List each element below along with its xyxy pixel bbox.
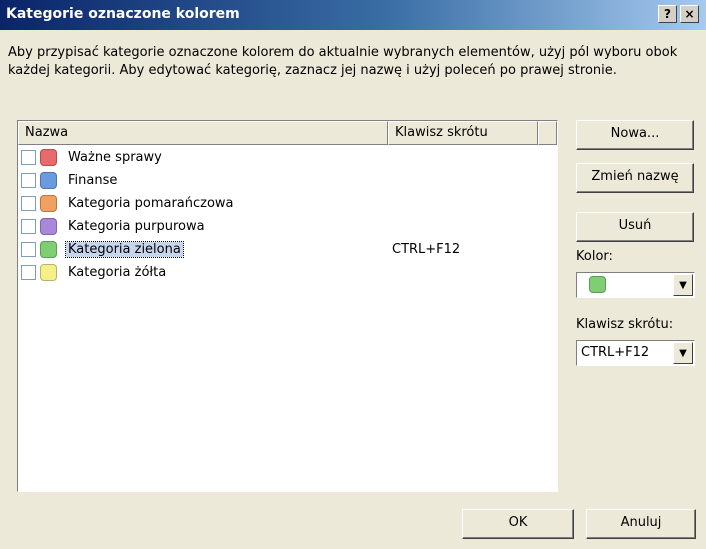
shortcut-dropdown[interactable]: CTRL+F12 ▼ xyxy=(576,340,695,366)
column-header-filler xyxy=(538,121,557,145)
list-header: Nazwa Klawisz skrótu xyxy=(18,121,557,145)
column-header-name[interactable]: Nazwa xyxy=(18,121,388,145)
chevron-down-icon[interactable]: ▼ xyxy=(673,342,693,364)
category-color-swatch xyxy=(40,149,57,166)
shortcut-value: CTRL+F12 xyxy=(581,345,650,360)
category-shortcut: CTRL+F12 xyxy=(392,242,461,257)
category-name[interactable]: Kategoria pomarańczowa xyxy=(68,196,234,211)
category-color-swatch xyxy=(40,241,57,258)
help-button[interactable]: ? xyxy=(658,5,677,23)
category-name[interactable]: Finanse xyxy=(68,173,117,188)
list-item[interactable]: Kategoria pomarańczowa xyxy=(18,193,557,215)
rename-category-button[interactable]: Zmień nazwę xyxy=(576,163,694,193)
category-color-swatch xyxy=(40,218,57,235)
new-category-button[interactable]: Nowa... xyxy=(576,120,694,150)
color-label: Kolor: xyxy=(576,249,613,264)
category-name[interactable]: Kategoria purpurowa xyxy=(68,219,205,234)
category-name[interactable]: Kategoria zielona xyxy=(65,241,184,258)
color-dropdown[interactable]: ▼ xyxy=(576,272,695,298)
list-item[interactable]: Kategoria zielona CTRL+F12 xyxy=(18,239,557,261)
selected-color-swatch xyxy=(589,276,606,293)
title-bar: Kategorie oznaczone kolorem ? × xyxy=(0,0,706,30)
category-name[interactable]: Ważne sprawy xyxy=(68,150,162,165)
delete-category-button[interactable]: Usuń xyxy=(576,212,694,242)
category-color-swatch xyxy=(40,195,57,212)
category-checkbox[interactable] xyxy=(21,150,36,165)
category-list[interactable]: Nazwa Klawisz skrótu Ważne sprawy Finans… xyxy=(17,120,558,492)
category-checkbox[interactable] xyxy=(21,196,36,211)
chevron-down-icon[interactable]: ▼ xyxy=(673,274,693,296)
list-item[interactable]: Ważne sprawy xyxy=(18,147,557,169)
list-item[interactable]: Finanse xyxy=(18,170,557,192)
column-header-shortcut[interactable]: Klawisz skrótu xyxy=(388,121,538,145)
ok-button[interactable]: OK xyxy=(462,509,574,539)
close-button[interactable]: × xyxy=(680,5,699,23)
category-color-swatch xyxy=(40,172,57,189)
window-title: Kategorie oznaczone kolorem xyxy=(6,6,240,22)
category-checkbox[interactable] xyxy=(21,242,36,257)
description-text: Aby przypisać kategorie oznaczone kolore… xyxy=(8,45,678,78)
cancel-button[interactable]: Anuluj xyxy=(586,509,696,539)
category-color-swatch xyxy=(40,264,57,281)
category-checkbox[interactable] xyxy=(21,173,36,188)
category-checkbox[interactable] xyxy=(21,219,36,234)
list-item[interactable]: Kategoria purpurowa xyxy=(18,216,557,238)
category-checkbox[interactable] xyxy=(21,265,36,280)
list-item[interactable]: Kategoria żółta xyxy=(18,262,557,284)
shortcut-label: Klawisz skrótu: xyxy=(576,317,674,332)
category-name[interactable]: Kategoria żółta xyxy=(68,265,166,280)
